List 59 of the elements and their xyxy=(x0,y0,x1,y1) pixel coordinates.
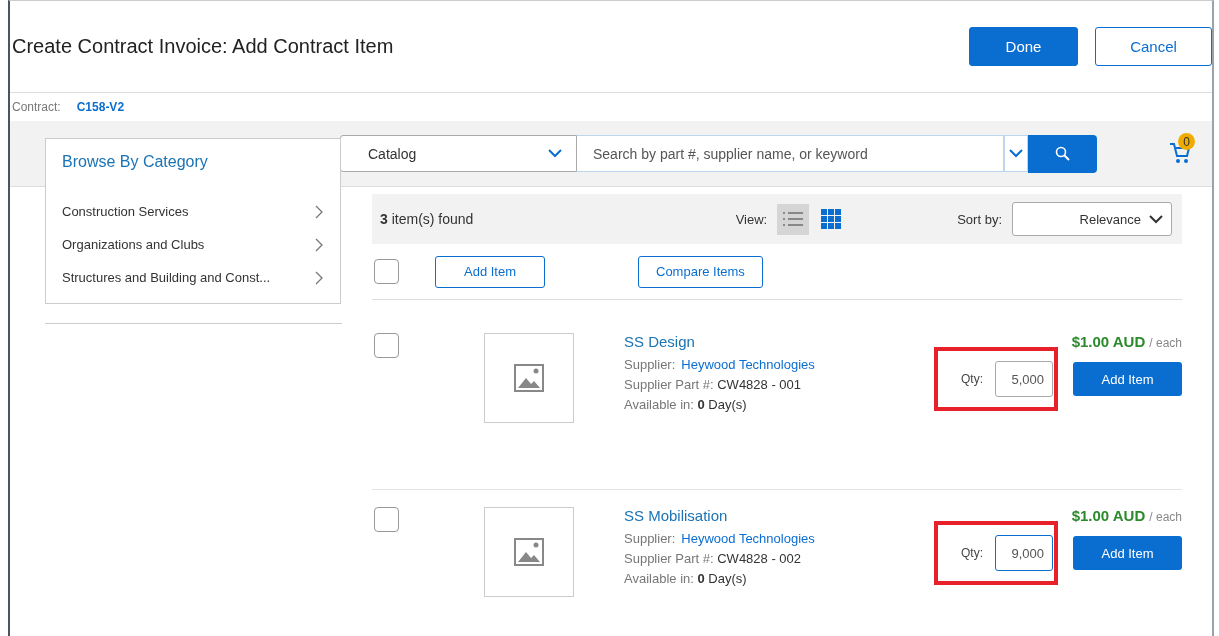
done-button[interactable]: Done xyxy=(969,27,1078,66)
item-checkbox[interactable] xyxy=(374,333,399,358)
page-title: Create Contract Invoice: Add Contract Item xyxy=(12,35,394,58)
catalog-select[interactable]: Catalog xyxy=(340,135,577,172)
image-icon xyxy=(514,538,544,566)
qty-field[interactable]: 5,000 xyxy=(995,361,1053,397)
search-icon xyxy=(1054,146,1071,162)
chevron-down-icon xyxy=(1009,149,1023,158)
item-checkbox[interactable] xyxy=(374,507,399,532)
category-panel-title: Browse By Category xyxy=(62,153,209,171)
search-dropdown-button[interactable] xyxy=(1004,135,1028,172)
price-unit: / each xyxy=(1149,336,1182,350)
sort-label: Sort by: xyxy=(957,211,1002,227)
supplier-label: Supplier: xyxy=(624,357,676,372)
available-value: 0 Day(s) xyxy=(697,397,747,412)
price-unit: / each xyxy=(1149,510,1182,524)
item-name-link[interactable]: SS Mobilisation xyxy=(624,507,924,524)
available-label: Available in: xyxy=(624,397,694,412)
add-item-button[interactable]: Add Item xyxy=(435,255,545,288)
part-number: CW4828 - 002 xyxy=(717,551,802,566)
part-label: Supplier Part #: xyxy=(624,377,714,392)
grid-icon xyxy=(821,209,842,229)
select-all-checkbox[interactable] xyxy=(374,259,399,284)
view-label: View: xyxy=(735,211,768,227)
chevron-right-icon xyxy=(314,237,324,252)
category-item[interactable]: Organizations and Clubs xyxy=(62,228,324,261)
results-count: 3 item(s) found xyxy=(380,211,475,227)
category-item[interactable]: Structures and Building and Const... xyxy=(62,261,324,294)
chevron-right-icon xyxy=(314,204,324,219)
contract-label: Contract: xyxy=(12,100,61,114)
part-label: Supplier Part #: xyxy=(624,551,714,566)
search-field[interactable]: Search by part #, supplier name, or keyword xyxy=(577,135,1004,172)
sort-select[interactable]: Relevance xyxy=(1012,202,1172,236)
add-item-button[interactable]: Add Item xyxy=(1073,536,1182,570)
supplier-link[interactable]: Heywood Technologies xyxy=(681,531,815,546)
item-name-link[interactable]: SS Design xyxy=(624,333,924,350)
cancel-button[interactable]: Cancel xyxy=(1095,27,1212,66)
cart-count-badge: 0 xyxy=(1178,133,1195,150)
qty-label: Qty: xyxy=(961,546,983,560)
chevron-right-icon xyxy=(314,270,324,285)
contract-link[interactable]: C158-V2 xyxy=(76,100,125,114)
image-icon xyxy=(514,364,544,392)
compare-items-button[interactable]: Compare Items xyxy=(638,255,763,288)
list-icon xyxy=(783,212,804,226)
chevron-down-icon xyxy=(1149,214,1163,224)
qty-field[interactable]: 9,000 xyxy=(995,535,1053,571)
part-number: CW4828 - 001 xyxy=(717,377,802,392)
price: $1.00 AUD xyxy=(1071,333,1146,350)
search-button[interactable] xyxy=(1028,135,1097,173)
supplier-link[interactable]: Heywood Technologies xyxy=(681,357,815,372)
available-value: 0 Day(s) xyxy=(697,571,747,586)
list-view-button[interactable] xyxy=(777,203,810,235)
category-item[interactable]: Construction Services xyxy=(62,195,324,228)
qty-label: Qty: xyxy=(961,372,983,386)
supplier-label: Supplier: xyxy=(624,531,676,546)
add-item-button[interactable]: Add Item xyxy=(1073,362,1182,396)
chevron-down-icon xyxy=(548,149,562,158)
available-label: Available in: xyxy=(624,571,694,586)
price: $1.00 AUD xyxy=(1071,507,1146,524)
